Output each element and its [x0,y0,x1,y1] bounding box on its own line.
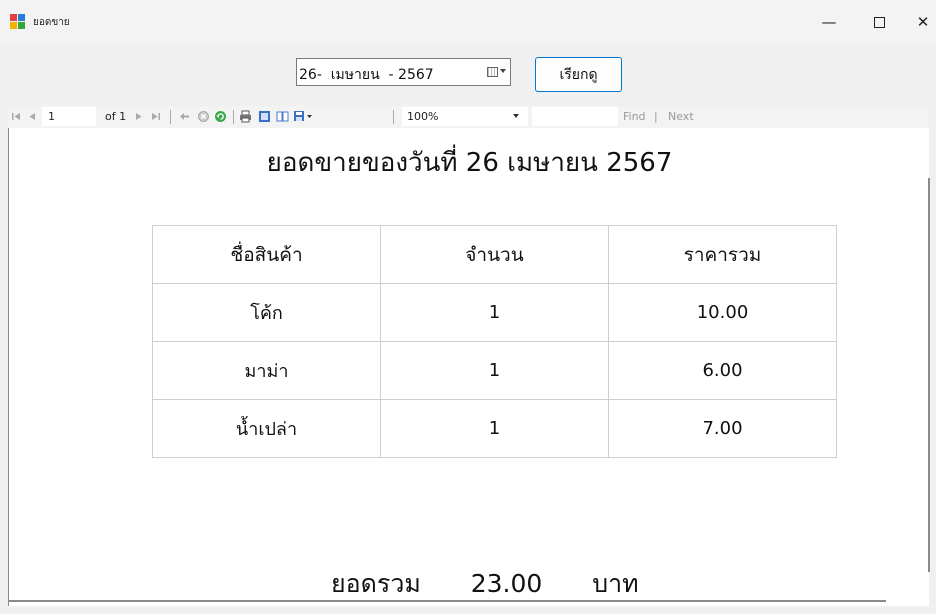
report-toolbar: 1 of 1 100% Find | Next [8,106,928,128]
find-input[interactable] [532,107,618,126]
print-layout-icon[interactable] [258,110,271,123]
back-icon[interactable] [178,110,191,123]
print-icon[interactable] [239,110,252,123]
table-row: โค้ก 1 10.00 [152,283,837,342]
chevron-down-icon[interactable] [306,110,313,123]
toolbar-separator [393,110,394,124]
calendar-dropdown-button[interactable] [485,64,507,80]
maximize-button[interactable] [856,0,902,44]
find-link[interactable]: Find [623,110,646,124]
zoom-select[interactable]: 100% [402,107,528,126]
date-value: 26- เมษายน - 2567 [299,67,434,83]
toolbar-separator [170,110,171,124]
table-row: น้ำเปล่า 1 7.00 [152,399,837,458]
toolbar-separator [233,110,234,124]
fetch-button[interactable]: เรียกดู [535,57,622,92]
horizontal-scrollbar[interactable] [8,600,886,602]
cell-quantity: 1 [380,341,609,400]
minimize-button[interactable]: — [806,0,852,44]
stop-icon[interactable] [197,110,210,123]
chevron-down-icon [500,69,506,73]
minimize-icon: — [821,13,837,31]
page-count: of 1 [105,110,127,123]
cell-total-price: 7.00 [608,399,837,458]
next-page-icon[interactable] [132,110,145,123]
export-icon[interactable] [293,110,306,123]
grand-total: ยอดรวม 23.00 บาท [331,564,639,604]
total-label: ยอดรวม [331,569,421,598]
chevron-down-icon [513,114,519,118]
table-row: มาม่า 1 6.00 [152,341,837,400]
close-button[interactable]: ✕ [900,0,936,44]
cell-quantity: 1 [380,399,609,458]
cell-total-price: 10.00 [608,283,837,342]
page-setup-icon[interactable] [276,110,289,123]
refresh-icon[interactable] [214,110,227,123]
page-number-input[interactable]: 1 [42,107,96,126]
cell-quantity: 1 [380,283,609,342]
find-next-link[interactable]: Next [668,110,694,124]
zoom-value: 100% [407,110,439,123]
previous-page-icon[interactable] [26,110,39,123]
maximize-icon [873,16,885,28]
window-title: ยอดขาย [33,17,70,28]
main-window: ยอดขาย — ✕ 26- เมษายน - 2567 เรียกดู 1 o… [0,0,936,614]
cell-total-price: 6.00 [608,341,837,400]
first-page-icon[interactable] [10,110,23,123]
total-unit: บาท [592,569,639,598]
calendar-icon [487,67,498,77]
title-bar: ยอดขาย — ✕ [0,0,936,44]
date-picker[interactable]: 26- เมษายน - 2567 [296,58,511,86]
report-title: ยอดขายของวันที่ 26 เมษายน 2567 [266,148,673,178]
cell-product: โค้ก [152,283,381,342]
find-separator: | [654,110,658,123]
total-value: 23.00 [470,569,543,598]
header-product: ชื่อสินค้า [152,225,381,284]
last-page-icon[interactable] [149,110,162,123]
vertical-scrollbar-thumb[interactable] [928,178,930,572]
sales-table: ชื่อสินค้า จำนวน ราคารวม โค้ก 1 10.00 มา… [152,225,837,458]
header-total-price: ราคารวม [608,225,837,284]
header-quantity: จำนวน [380,225,609,284]
close-icon: ✕ [916,13,930,31]
vertical-scrollbar-track[interactable] [930,128,936,606]
cell-product: มาม่า [152,341,381,400]
app-icon [10,14,26,29]
report-viewer[interactable]: ยอดขายของวันที่ 26 เมษายน 2567 ชื่อสินค้… [8,128,936,606]
table-header-row: ชื่อสินค้า จำนวน ราคารวม [152,225,837,284]
cell-product: น้ำเปล่า [152,399,381,458]
